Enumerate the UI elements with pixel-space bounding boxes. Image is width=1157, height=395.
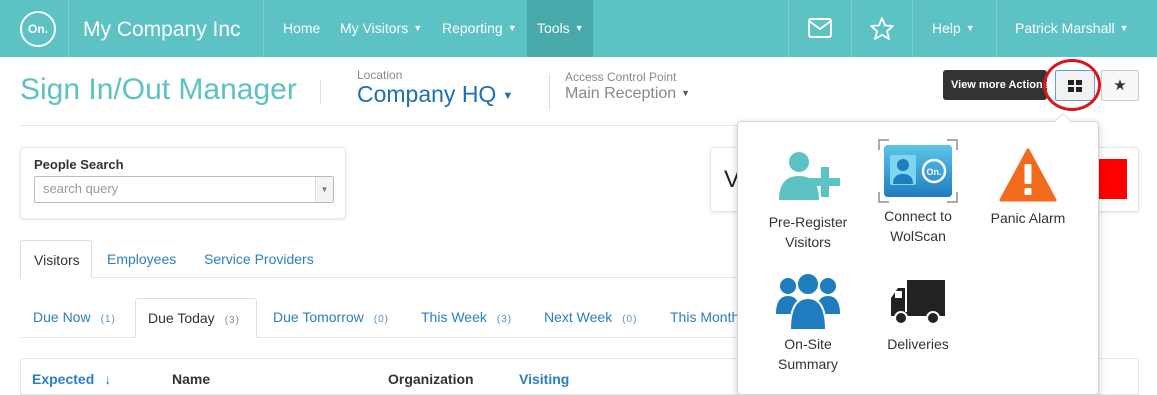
caret-down-icon: ▼ (502, 90, 514, 102)
subtabs-rule (20, 337, 737, 338)
column-name[interactable]: Name (172, 371, 210, 387)
highlight-ring (1043, 59, 1101, 111)
subtab-count: (0) (622, 314, 638, 325)
header-rule (20, 125, 737, 126)
acp-value: Main Reception (565, 85, 677, 102)
column-visiting[interactable]: Visiting (519, 371, 569, 387)
subtab-label: Due Today (148, 310, 215, 326)
truck-icon (891, 280, 945, 325)
connect-to-wolscan-label: Connect to WolScan (884, 208, 952, 244)
subtab-due-now[interactable]: Due Now (1) (33, 309, 116, 325)
subtab-label: This Week (421, 309, 487, 325)
mail-icon[interactable] (808, 18, 832, 43)
subtab-count: (1) (100, 314, 116, 325)
panic-alarm-action[interactable]: Panic Alarm (978, 148, 1078, 228)
actions-popup: Pre-Register Visitors On. Connect to Wol… (737, 113, 1099, 395)
user-name: Patrick Marshall (1015, 20, 1115, 36)
nav-divider (263, 0, 264, 57)
caret-down-icon: ▼ (507, 23, 517, 33)
header-divider (320, 80, 321, 104)
subtab-label: Due Tomorrow (273, 309, 364, 325)
caret-down-icon: ▼ (965, 23, 975, 33)
location-select[interactable]: Company HQ ▼ (357, 81, 513, 108)
star-icon[interactable] (870, 17, 894, 45)
nav-home[interactable]: Home (283, 20, 320, 36)
caret-down-icon: ▼ (574, 23, 584, 33)
tabs-rule (20, 277, 737, 278)
tab-visitors[interactable]: Visitors (20, 240, 92, 278)
nav-divider (912, 0, 913, 57)
caret-down-icon: ▼ (413, 23, 423, 33)
nav-divider (68, 0, 69, 57)
popup-arrow (1054, 113, 1072, 122)
subtab-due-today[interactable]: Due Today (3) (135, 298, 257, 338)
search-placeholder: search query (43, 181, 119, 196)
add-user-icon (779, 152, 840, 200)
nav-divider (996, 0, 997, 57)
nav-user-menu[interactable]: Patrick Marshall ▼ (1015, 20, 1129, 36)
tab-employees[interactable]: Employees (107, 251, 176, 267)
sort-down-icon: ↓ (104, 371, 112, 387)
nav-help-label: Help (932, 20, 961, 36)
people-search-card: People Search search query ▼ (20, 147, 346, 219)
pre-register-visitors-label: Pre-Register Visitors (768, 214, 848, 250)
on-site-summary-action[interactable]: On-Site Summary (748, 270, 868, 374)
subtab-label: Next Week (544, 309, 613, 325)
star-icon: ★ (1113, 77, 1127, 94)
nav-my-visitors-label: My Visitors (340, 20, 409, 36)
location-label: Location (357, 68, 403, 82)
nav-my-visitors[interactable]: My Visitors ▼ (340, 20, 422, 36)
subtab-count: (3) (224, 315, 240, 326)
chevron-down-icon[interactable]: ▼ (315, 177, 333, 202)
actions-tooltip: View more Actions (943, 70, 1047, 100)
page-title: Sign In/Out Manager (20, 73, 297, 106)
nav-tools-label: Tools (537, 20, 570, 36)
subtab-due-tomorrow[interactable]: Due Tomorrow (0) (273, 309, 389, 325)
nav-tools[interactable]: Tools ▼ (537, 20, 584, 36)
nav-reporting[interactable]: Reporting ▼ (442, 20, 517, 36)
column-organization[interactable]: Organization (388, 371, 474, 387)
nav-divider (851, 0, 852, 57)
group-icon (776, 272, 840, 330)
caret-down-icon: ▼ (1119, 23, 1129, 33)
pre-register-visitors-action[interactable]: Pre-Register Visitors (748, 150, 868, 252)
caret-down-icon: ▼ (681, 88, 691, 98)
favorite-button[interactable]: ★ (1101, 70, 1139, 101)
acp-select[interactable]: Main Reception ▼ (565, 85, 690, 103)
column-expected-label: Expected (32, 371, 95, 387)
warning-triangle-icon (999, 148, 1057, 202)
deliveries-action[interactable]: Deliveries (868, 278, 968, 354)
subtab-this-week[interactable]: This Week (3) (421, 309, 512, 325)
people-search-label: People Search (34, 157, 124, 172)
nav-help[interactable]: Help ▼ (932, 20, 975, 36)
search-input[interactable]: search query ▼ (34, 176, 334, 203)
subtab-next-week[interactable]: Next Week (0) (544, 309, 637, 325)
brand-name[interactable]: My Company Inc (83, 18, 241, 42)
subtab-label: This Month (670, 309, 740, 325)
subtab-count: (0) (373, 314, 390, 325)
header-divider (549, 74, 550, 110)
svg-text:On.: On. (927, 167, 942, 177)
nav-reporting-label: Reporting (442, 20, 503, 36)
id-card-scan-icon: On. (878, 139, 958, 203)
subtab-this-month[interactable]: This Month (670, 309, 739, 325)
subtab-label: Due Now (33, 309, 91, 325)
company-logo[interactable]: On. (20, 11, 56, 47)
nav-divider (788, 0, 789, 57)
location-value: Company HQ (357, 81, 497, 107)
top-navbar: On. My Company Inc Home My Visitors ▼ Rep… (0, 0, 1157, 57)
connect-to-wolscan-action[interactable]: On. Connect to WolScan (863, 138, 973, 246)
column-expected[interactable]: Expected ↓ (32, 371, 111, 387)
deliveries-label: Deliveries (887, 336, 949, 352)
nav-home-label: Home (283, 20, 321, 36)
tab-service-providers[interactable]: Service Providers (204, 251, 314, 267)
acp-label: Access Control Point (565, 70, 677, 84)
alert-indicator (1098, 159, 1127, 199)
subtab-count: (3) (496, 314, 513, 325)
panic-alarm-label: Panic Alarm (990, 210, 1066, 226)
on-site-summary-label: On-Site Summary (778, 336, 838, 372)
